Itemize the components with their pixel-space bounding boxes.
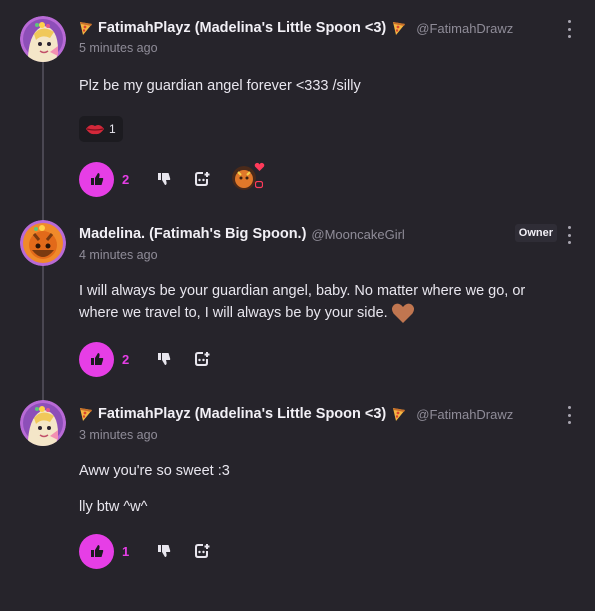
brown-heart-icon xyxy=(391,303,414,324)
creator-heart xyxy=(228,162,265,194)
like-button[interactable] xyxy=(79,161,114,197)
owner-badge: Owner xyxy=(514,224,557,242)
reply-button[interactable] xyxy=(192,541,212,561)
avatar[interactable] xyxy=(20,220,66,266)
reply-icon xyxy=(194,172,209,186)
pizza-icon xyxy=(80,408,92,421)
heart-icon xyxy=(254,162,265,171)
thumbs-up-icon xyxy=(90,353,103,365)
like-button[interactable] xyxy=(79,341,114,377)
reaction-count: 1 xyxy=(109,122,116,136)
reply-button[interactable] xyxy=(192,349,212,369)
comment-paragraph-text: I will always be your guardian angel, ba… xyxy=(79,283,526,321)
avatar[interactable] xyxy=(20,16,66,62)
avatar[interactable] xyxy=(20,400,66,446)
pizza-icon xyxy=(393,22,406,35)
reaction-chip[interactable]: 1 xyxy=(79,116,123,142)
comment-header: Madelina. (Fatimah's Big Spoon.) @Moonca… xyxy=(79,224,555,244)
pizza-icon xyxy=(393,408,406,421)
kiss-lips-icon xyxy=(86,125,104,135)
more-options-icon[interactable] xyxy=(565,406,573,424)
thumbs-down-icon xyxy=(158,173,171,185)
like-button[interactable] xyxy=(79,533,114,569)
dislike-button[interactable] xyxy=(154,541,174,561)
like-count: 2 xyxy=(122,171,130,187)
thumbs-down-icon xyxy=(158,353,171,365)
more-options-icon[interactable] xyxy=(565,20,573,38)
like-count: 2 xyxy=(122,351,130,367)
comment-paragraph: Aww you're so sweet :3 xyxy=(79,463,230,479)
comment-actions: 2 xyxy=(79,161,265,197)
comment-body: Aww you're so sweet :3 lly btw ^w^ xyxy=(79,460,565,518)
author-handle[interactable]: @FatimahDrawz xyxy=(416,407,513,422)
comment-body: Plz be my guardian angel forever <333 /s… xyxy=(79,75,565,97)
thumbs-up-icon xyxy=(90,545,103,557)
author-handle[interactable]: @FatimahDrawz xyxy=(416,21,513,36)
dislike-button[interactable] xyxy=(154,169,174,189)
reply-icon xyxy=(194,352,209,366)
more-options-icon[interactable] xyxy=(565,226,573,244)
like-count: 1 xyxy=(122,543,130,559)
comment-paragraph: I will always be your guardian angel, ba… xyxy=(79,280,565,324)
thumbs-down-icon xyxy=(158,545,171,557)
comment-body: I will always be your guardian angel, ba… xyxy=(79,280,565,324)
comment-header: FatimahPlayz (Madelina's Little Spoon <3… xyxy=(79,18,555,38)
dislike-button[interactable] xyxy=(154,349,174,369)
comment-paragraph: Plz be my guardian angel forever <333 /s… xyxy=(79,78,361,94)
comment-actions: 2 xyxy=(79,341,212,377)
author-name[interactable]: FatimahPlayz (Madelina's Little Spoon <3… xyxy=(98,406,386,422)
creator-avatar xyxy=(232,166,256,190)
author-name[interactable]: FatimahPlayz (Madelina's Little Spoon <3… xyxy=(98,20,386,36)
comment-header: FatimahPlayz (Madelina's Little Spoon <3… xyxy=(79,404,555,424)
author-name[interactable]: Madelina. (Fatimah's Big Spoon.) xyxy=(79,226,306,242)
timestamp[interactable]: 3 minutes ago xyxy=(79,428,158,442)
timestamp[interactable]: 4 minutes ago xyxy=(79,248,158,262)
reply-button[interactable] xyxy=(192,169,212,189)
comment-actions: 1 xyxy=(79,533,212,569)
thumbs-up-icon xyxy=(90,173,103,185)
comment-thread: FatimahPlayz (Madelina's Little Spoon <3… xyxy=(0,0,595,611)
comment-paragraph: lly btw ^w^ xyxy=(79,499,148,515)
reply-icon xyxy=(194,544,209,558)
author-handle[interactable]: @MooncakeGirl xyxy=(311,227,404,242)
timestamp[interactable]: 5 minutes ago xyxy=(79,41,158,55)
comment-tag-icon xyxy=(255,181,263,189)
pizza-icon xyxy=(80,22,92,35)
